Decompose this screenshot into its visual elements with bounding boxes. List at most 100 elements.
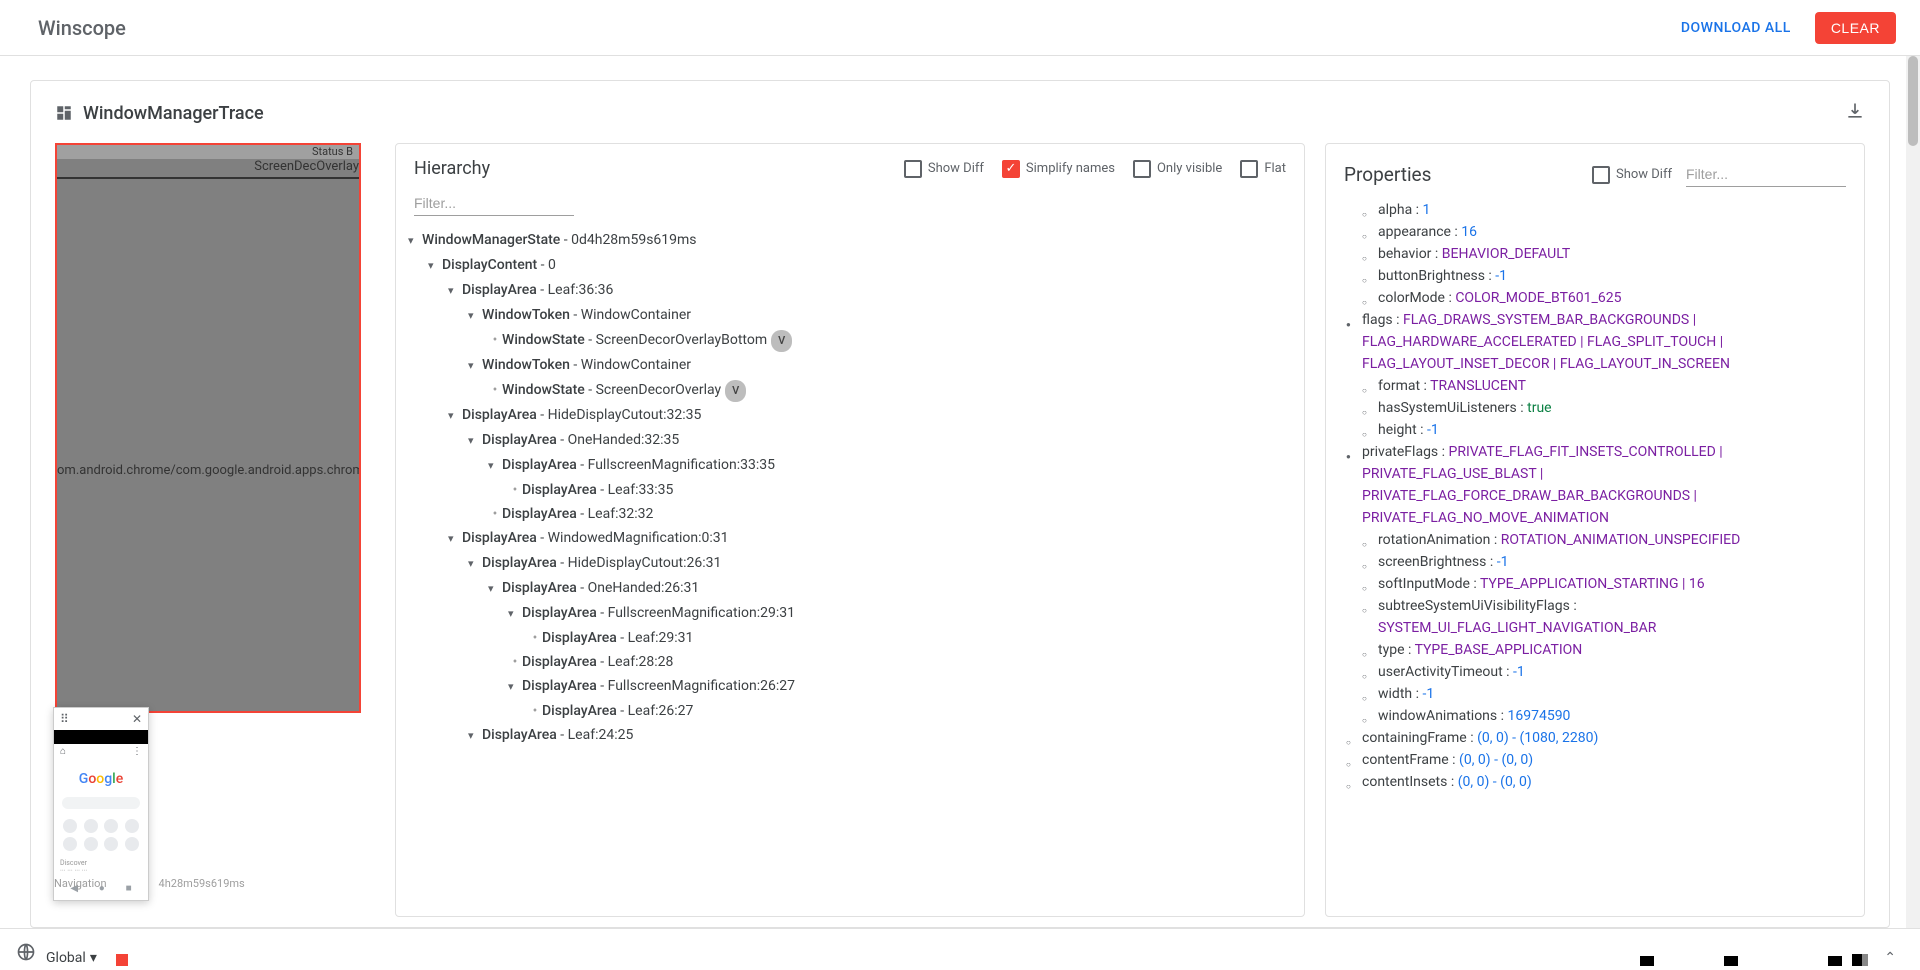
expand-icon[interactable]: ⌃	[1884, 950, 1896, 966]
preview-box[interactable]: Status B ScreenDecOverlay om.android.chr…	[55, 143, 361, 713]
property-row[interactable]: flags : FLAG_DRAWS_SYSTEM_BAR_BACKGROUND…	[1338, 309, 1852, 375]
tree-node[interactable]: •DisplayArea - Leaf:33:35	[404, 478, 1296, 502]
property-row[interactable]: subtreeSystemUiVisibilityFlags : SYSTEM_…	[1338, 595, 1852, 639]
show-diff-checkbox[interactable]: Show Diff	[904, 160, 984, 178]
simplify-names-checkbox[interactable]: Simplify names	[1002, 160, 1115, 178]
phone-mock[interactable]: ⠿ ✕ ⌂⋮ Google Discover··· ··· ··· ···	[53, 707, 149, 901]
hierarchy-filter-input[interactable]	[414, 191, 574, 216]
phone-shortcut-grid	[54, 813, 148, 857]
property-row[interactable]: format : TRANSLUCENT	[1338, 375, 1852, 397]
chevron-down-icon[interactable]: ▾	[468, 553, 482, 575]
property-row[interactable]: type : TYPE_BASE_APPLICATION	[1338, 639, 1852, 661]
tree-node[interactable]: ▾DisplayArea - Leaf:24:25	[404, 723, 1296, 748]
preview-activity-label: om.android.chrome/com.google.android.app…	[57, 463, 361, 478]
property-row[interactable]: appearance : 16	[1338, 221, 1852, 243]
tree-node[interactable]: ▾WindowToken - WindowContainer	[404, 303, 1296, 328]
property-row[interactable]: windowAnimations : 16974590	[1338, 705, 1852, 727]
property-row[interactable]: rotationAnimation : ROTATION_ANIMATION_U…	[1338, 529, 1852, 551]
drag-icon: ⠿	[60, 712, 69, 726]
chevron-down-icon[interactable]: ▾	[468, 725, 482, 747]
property-row[interactable]: hasSystemUiListeners : true	[1338, 397, 1852, 419]
preview-overlay-label: ScreenDecOverlay	[254, 159, 359, 174]
clear-button[interactable]: CLEAR	[1815, 12, 1896, 44]
property-row[interactable]: userActivityTimeout : -1	[1338, 661, 1852, 683]
global-select[interactable]: Global ▾	[46, 950, 106, 966]
tree-node[interactable]: ▾DisplayArea - FullscreenMagnification:3…	[404, 453, 1296, 478]
property-row[interactable]: screenBrightness : -1	[1338, 551, 1852, 573]
trace-tab-4[interactable]	[1852, 954, 1868, 966]
tree-node[interactable]: •DisplayArea - Leaf:28:28	[404, 650, 1296, 674]
trace-title: WindowManagerTrace	[55, 103, 264, 124]
chevron-down-icon[interactable]: ▾	[448, 528, 462, 550]
close-icon[interactable]: ✕	[132, 712, 142, 726]
download-icon[interactable]	[1845, 101, 1865, 125]
tree-node[interactable]: ▾DisplayContent - 0	[404, 253, 1296, 278]
trace-tab-2[interactable]	[1724, 956, 1738, 966]
tree-node[interactable]: •DisplayArea - Leaf:32:32	[404, 502, 1296, 526]
hierarchy-filter-row	[396, 187, 1304, 224]
property-row[interactable]: contentFrame : (0, 0) - (0, 0)	[1338, 749, 1852, 771]
download-all-button[interactable]: DOWNLOAD ALL	[1669, 12, 1803, 44]
flat-checkbox[interactable]: Flat	[1240, 160, 1286, 178]
chevron-down-icon[interactable]: ▾	[508, 676, 522, 698]
preview-column: Status B ScreenDecOverlay om.android.chr…	[55, 143, 375, 917]
tree-node[interactable]: •DisplayArea - Leaf:29:31	[404, 626, 1296, 650]
property-row[interactable]: privateFlags : PRIVATE_FLAG_FIT_INSETS_C…	[1338, 441, 1852, 529]
chevron-down-icon[interactable]: ▾	[448, 405, 462, 427]
tree-node[interactable]: ▾DisplayArea - FullscreenMagnification:2…	[404, 601, 1296, 626]
props-show-diff-checkbox[interactable]: Show Diff	[1592, 166, 1672, 184]
tree-node[interactable]: ▾WindowToken - WindowContainer	[404, 353, 1296, 378]
property-row[interactable]: buttonBrightness : -1	[1338, 265, 1852, 287]
visible-badge: V	[771, 330, 792, 352]
chevron-down-icon[interactable]: ▾	[468, 305, 482, 327]
property-row[interactable]: contentInsets : (0, 0) - (0, 0)	[1338, 771, 1852, 793]
globe-icon[interactable]	[16, 942, 36, 966]
tree-node[interactable]: ▾DisplayArea - HideDisplayCutout:26:31	[404, 551, 1296, 576]
hierarchy-panel: Hierarchy Show Diff Simplify names Only …	[395, 143, 1305, 917]
chevron-down-icon[interactable]: ▾	[428, 255, 442, 277]
property-row[interactable]: containingFrame : (0, 0) - (1080, 2280)	[1338, 727, 1852, 749]
tree-node[interactable]: •DisplayArea - Leaf:26:27	[404, 699, 1296, 723]
chevron-down-icon[interactable]: ▾	[488, 578, 502, 600]
property-row[interactable]: width : -1	[1338, 683, 1852, 705]
timestamp-label: 4h28m59s619ms	[159, 877, 245, 890]
properties-header: Properties Show Diff	[1326, 144, 1864, 195]
property-row[interactable]: colorMode : COLOR_MODE_BT601_625	[1338, 287, 1852, 309]
tree-node[interactable]: ▾DisplayArea - Leaf:36:36	[404, 278, 1296, 303]
tree-node[interactable]: ▾DisplayArea - FullscreenMagnification:2…	[404, 674, 1296, 699]
bullet-icon: •	[528, 627, 542, 649]
chevron-down-icon[interactable]: ▾	[448, 280, 462, 302]
property-row[interactable]: softInputMode : TYPE_APPLICATION_STARTIN…	[1338, 573, 1852, 595]
properties-filter-input[interactable]	[1686, 162, 1846, 187]
content: WindowManagerTrace Status B ScreenDecOve…	[0, 56, 1920, 928]
trace-tab-1[interactable]	[1640, 956, 1654, 966]
chevron-down-icon[interactable]: ▾	[468, 430, 482, 452]
property-row[interactable]: behavior : BEHAVIOR_DEFAULT	[1338, 243, 1852, 265]
phone-footer-text: Discover··· ··· ··· ···	[54, 857, 148, 877]
only-visible-checkbox[interactable]: Only visible	[1133, 160, 1222, 178]
tree-node[interactable]: •WindowState - ScreenDecorOverlayV	[404, 378, 1296, 403]
app-title: Winscope	[38, 16, 126, 40]
hierarchy-tree[interactable]: ▾WindowManagerState - 0d4h28m59s619ms▾Di…	[396, 224, 1304, 916]
chevron-down-icon[interactable]: ▾	[508, 603, 522, 625]
property-row[interactable]: height : -1	[1338, 419, 1852, 441]
properties-list[interactable]: alpha : 1appearance : 16behavior : BEHAV…	[1326, 195, 1864, 916]
property-row[interactable]: alpha : 1	[1338, 199, 1852, 221]
chevron-down-icon[interactable]: ▾	[468, 355, 482, 377]
bullet-icon: •	[508, 479, 522, 501]
trace-tab-3[interactable]	[1828, 956, 1842, 966]
chevron-down-icon[interactable]: ▾	[408, 230, 422, 252]
phone-search-bar	[62, 797, 140, 809]
tree-node[interactable]: ▾DisplayArea - OneHanded:32:35	[404, 428, 1296, 453]
phone-mock-top: ⠿ ✕	[54, 708, 148, 730]
tree-node[interactable]: ▾DisplayArea - WindowedMagnification:0:3…	[404, 526, 1296, 551]
tree-node[interactable]: •WindowState - ScreenDecorOverlayBottomV	[404, 328, 1296, 353]
tree-node[interactable]: ▾DisplayArea - OneHanded:26:31	[404, 576, 1296, 601]
bullet-icon: •	[488, 379, 502, 401]
bullet-icon: •	[508, 651, 522, 673]
chevron-down-icon[interactable]: ▾	[488, 455, 502, 477]
tree-node[interactable]: ▾WindowManagerState - 0d4h28m59s619ms	[404, 228, 1296, 253]
timeline-marker[interactable]	[116, 954, 128, 966]
tree-node[interactable]: ▾DisplayArea - HideDisplayCutout:32:35	[404, 403, 1296, 428]
page-scrollbar[interactable]	[1906, 56, 1920, 928]
